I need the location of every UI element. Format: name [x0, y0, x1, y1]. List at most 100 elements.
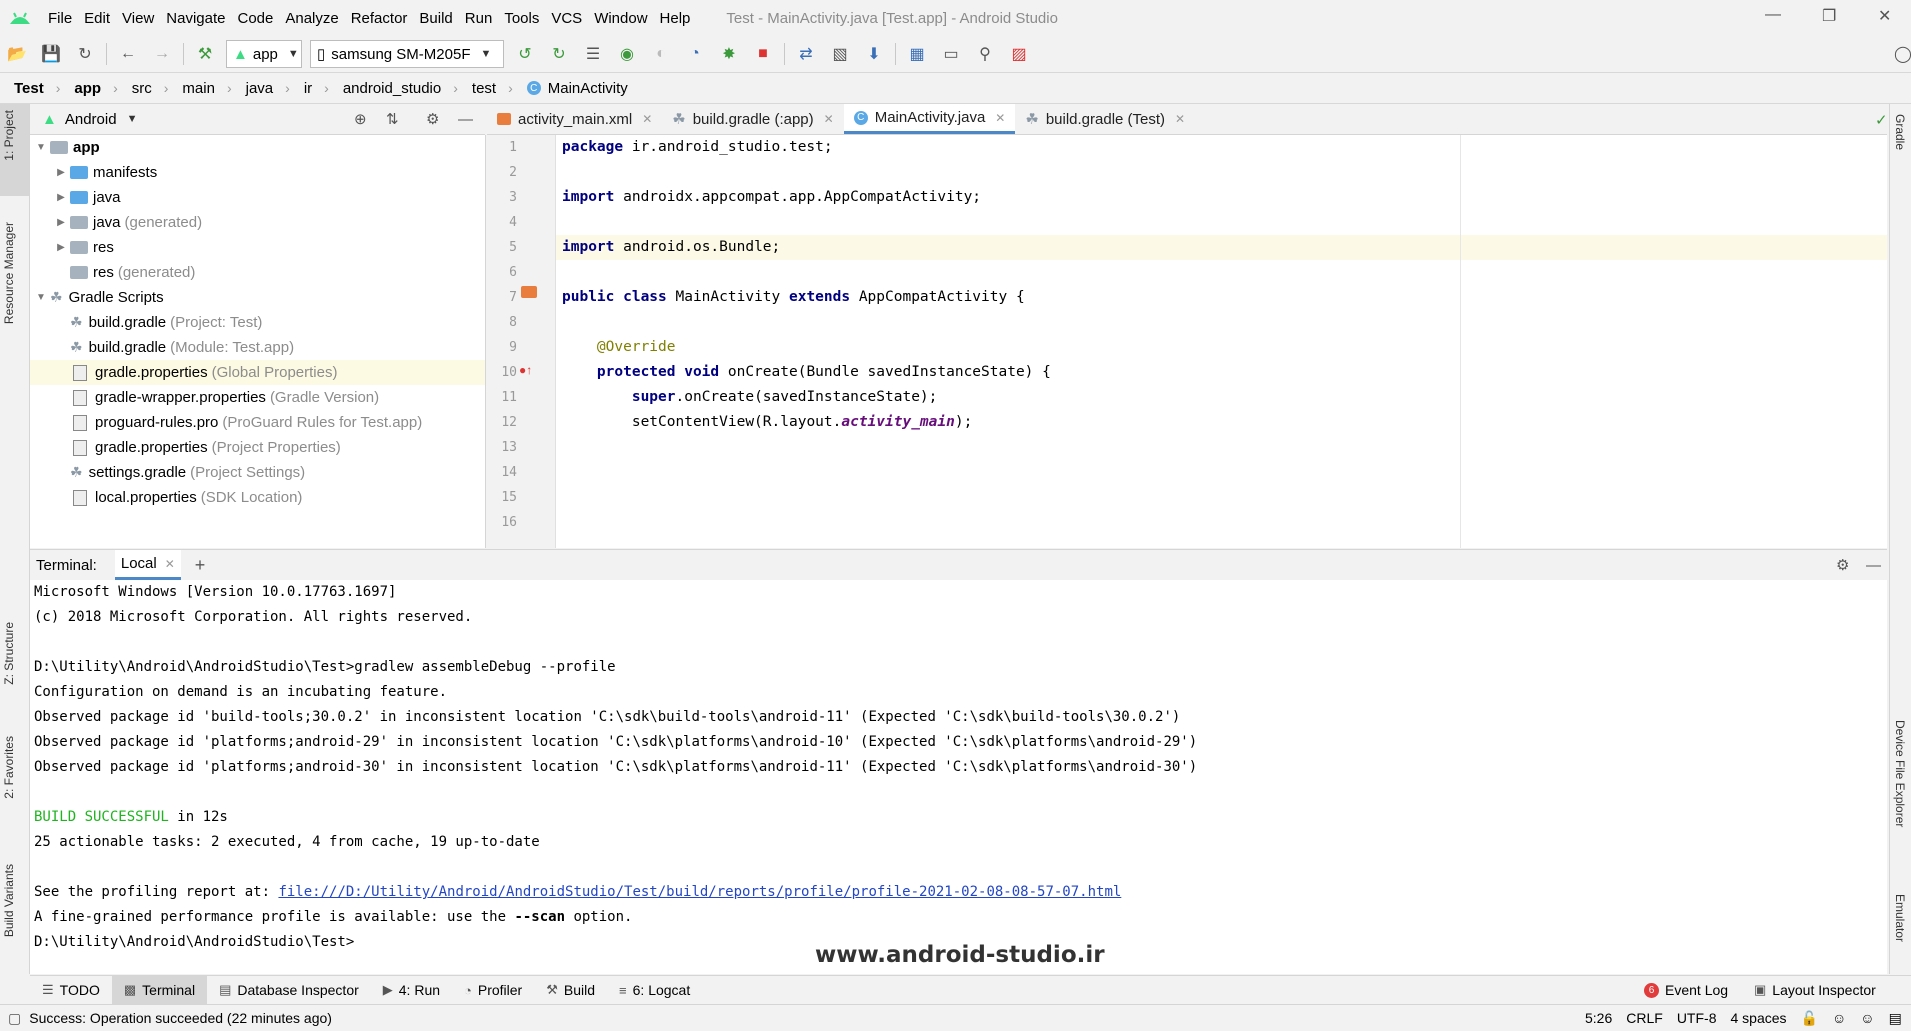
collapsed-arrow-icon[interactable]: ▶ — [52, 167, 70, 178]
profiling-report-link[interactable]: file:///D:/Utility/Android/AndroidStudio… — [278, 884, 1121, 900]
debug-bug-icon[interactable]: ◉ — [615, 42, 639, 66]
tree-item-res[interactable]: ▶ res — [30, 235, 485, 260]
status-message[interactable]: Success: Operation succeeded (22 minutes… — [29, 1010, 332, 1026]
tool-terminal[interactable]: ▩ Terminal — [111, 976, 208, 1004]
minimize-icon[interactable]: — — [1765, 6, 1781, 24]
tree-item-build-gradle-project[interactable]: ☘ build.gradle (Project: Test) — [30, 310, 485, 335]
collapsed-arrow-icon[interactable]: ▶ — [52, 192, 70, 203]
breadcrumb-item[interactable]: Test — [0, 80, 46, 97]
breadcrumb-item[interactable]: main — [168, 80, 217, 97]
hide-panel-icon[interactable]: — — [1866, 557, 1881, 574]
hide-panel-icon[interactable]: — — [458, 111, 473, 128]
close-tab-icon[interactable]: ✕ — [824, 112, 834, 126]
tab-main-activity-java[interactable]: C MainActivity.java ✕ — [843, 104, 1016, 134]
tree-item-manifests[interactable]: ▶ manifests — [30, 160, 485, 185]
run-configuration-select[interactable]: ▲ app ▼ — [226, 40, 302, 68]
tree-item-build-gradle-module[interactable]: ☘ build.gradle (Module: Test.app) — [30, 335, 485, 360]
collapsed-arrow-icon[interactable]: ▶ — [52, 242, 70, 253]
indent-setting[interactable]: 4 spaces — [1723, 1010, 1793, 1026]
status-toggle-icon[interactable]: ▢ — [8, 1010, 21, 1027]
apply-code-changes-icon[interactable]: ↻ — [547, 42, 571, 66]
run-config-list-icon[interactable]: ☰ — [581, 42, 605, 66]
stripe-structure[interactable]: Z: Structure — [2, 622, 16, 685]
inspection-ok-check-icon[interactable]: ✓ — [1875, 111, 1888, 129]
breadcrumb-item-class[interactable]: C MainActivity — [513, 80, 630, 97]
file-encoding[interactable]: UTF-8 — [1670, 1010, 1724, 1026]
locate-target-icon[interactable]: ⊕ — [354, 110, 367, 128]
stripe-build-variants[interactable]: Build Variants — [2, 864, 16, 937]
line-separator[interactable]: CRLF — [1619, 1010, 1670, 1026]
maximize-icon[interactable]: ❐ — [1822, 6, 1836, 26]
menu-code[interactable]: Code — [231, 10, 279, 27]
project-view-select[interactable]: Android — [65, 111, 117, 128]
device-select[interactable]: ▯ samsung SM-M205F ▼ — [310, 40, 504, 68]
menu-navigate[interactable]: Navigate — [160, 10, 231, 27]
tab-build-gradle-app[interactable]: ☘ build.gradle (:app) ✕ — [662, 104, 843, 134]
coverage-icon[interactable]: ◐ — [649, 42, 673, 66]
tree-item-gradle-properties-project[interactable]: gradle.properties (Project Properties) — [30, 435, 485, 460]
terminal-output[interactable]: Microsoft Windows [Version 10.0.17763.16… — [30, 580, 1887, 974]
menu-file[interactable]: File — [42, 10, 78, 27]
caret-position[interactable]: 5:26 — [1578, 1010, 1619, 1026]
menu-build[interactable]: Build — [413, 10, 458, 27]
tree-item-gradle-scripts[interactable]: ▼ ☘ Gradle Scripts — [30, 285, 485, 310]
search-icon[interactable]: ⚲ — [973, 42, 997, 66]
tab-build-gradle-test[interactable]: ☘ build.gradle (Test) ✕ — [1015, 104, 1195, 134]
device-manager-icon[interactable]: ▨ — [1007, 42, 1031, 66]
code-editor[interactable]: package ir.android_studio.test; import a… — [556, 135, 1887, 548]
tree-item-res-generated[interactable]: res (generated) — [30, 260, 485, 285]
tree-item-gradle-properties-global[interactable]: gradle.properties (Global Properties) — [30, 360, 485, 385]
menu-view[interactable]: View — [116, 10, 160, 27]
breadcrumb-item[interactable]: java — [232, 80, 276, 97]
breadcrumb-item[interactable]: test — [458, 80, 498, 97]
close-tab-icon[interactable]: ✕ — [165, 557, 175, 571]
close-tab-icon[interactable]: ✕ — [995, 111, 1005, 125]
gear-icon[interactable]: ⚙ — [426, 110, 439, 128]
tool-database-inspector[interactable]: ▤ Database Inspector — [207, 976, 371, 1004]
memory-indicator-icon[interactable]: ▤ — [1882, 1010, 1909, 1027]
tool-run[interactable]: ▶ 4: Run — [371, 976, 452, 1004]
new-terminal-plus-icon[interactable]: + — [195, 555, 206, 576]
tree-item-settings-gradle[interactable]: ☘ settings.gradle (Project Settings) — [30, 460, 485, 485]
apply-changes-icon[interactable]: ↺ — [513, 42, 537, 66]
tab-activity-main-xml[interactable]: activity_main.xml ✕ — [487, 104, 662, 134]
sync-icon[interactable]: ↻ — [73, 42, 97, 66]
tool-profiler[interactable]: ◔ Profiler — [452, 976, 534, 1004]
tool-logcat[interactable]: ≡ 6: Logcat — [607, 976, 702, 1004]
project-structure-icon[interactable]: ▦ — [905, 42, 929, 66]
sync-gradle-icon[interactable]: ⇄ — [794, 42, 818, 66]
menu-analyze[interactable]: Analyze — [279, 10, 344, 27]
tree-item-java[interactable]: ▶ java — [30, 185, 485, 210]
save-all-icon[interactable]: 💾 — [39, 42, 63, 66]
tool-layout-inspector[interactable]: ▣ Layout Inspector — [1742, 976, 1888, 1004]
tree-item-java-generated[interactable]: ▶ java (generated) — [30, 210, 485, 235]
tool-build[interactable]: ⚒ Build — [534, 976, 607, 1004]
avd-manager-icon[interactable]: ▧ — [828, 42, 852, 66]
breadcrumb-item[interactable]: app — [60, 80, 103, 97]
tree-item-app[interactable]: ▼ app — [30, 135, 485, 160]
menu-tools[interactable]: Tools — [498, 10, 545, 27]
layout-icon[interactable]: ▭ — [939, 42, 963, 66]
tree-item-gradle-wrapper-properties[interactable]: gradle-wrapper.properties (Gradle Versio… — [30, 385, 485, 410]
expanded-arrow-icon[interactable]: ▼ — [32, 292, 50, 303]
override-method-icon[interactable]: ●↑ — [519, 363, 532, 377]
terminal-tab-local[interactable]: Local ✕ — [114, 550, 181, 580]
layout-gutter-icon[interactable] — [521, 286, 537, 298]
stripe-emulator[interactable]: Emulator — [1893, 894, 1907, 942]
close-window-icon[interactable]: ✕ — [1878, 6, 1891, 26]
breadcrumb-item[interactable]: src — [118, 80, 154, 97]
menu-edit[interactable]: Edit — [78, 10, 116, 27]
make-project-hammer-icon[interactable]: ⚒ — [193, 42, 217, 66]
expanded-arrow-icon[interactable]: ▼ — [32, 142, 50, 153]
tool-event-log[interactable]: 6 Event Log — [1632, 976, 1740, 1004]
sdk-manager-icon[interactable]: ⬇ — [862, 42, 886, 66]
tool-todo[interactable]: ☰ TODO — [30, 976, 112, 1004]
attach-debugger-icon[interactable]: ✸ — [717, 42, 741, 66]
menu-help[interactable]: Help — [654, 10, 697, 27]
menu-vcs[interactable]: VCS — [545, 10, 588, 27]
stripe-project[interactable]: 1: Project — [2, 110, 16, 161]
chevron-down-icon[interactable]: ▼ — [127, 113, 138, 125]
close-tab-icon[interactable]: ✕ — [1175, 112, 1185, 126]
menu-refactor[interactable]: Refactor — [345, 10, 414, 27]
breadcrumb-item[interactable]: android_studio — [329, 80, 443, 97]
